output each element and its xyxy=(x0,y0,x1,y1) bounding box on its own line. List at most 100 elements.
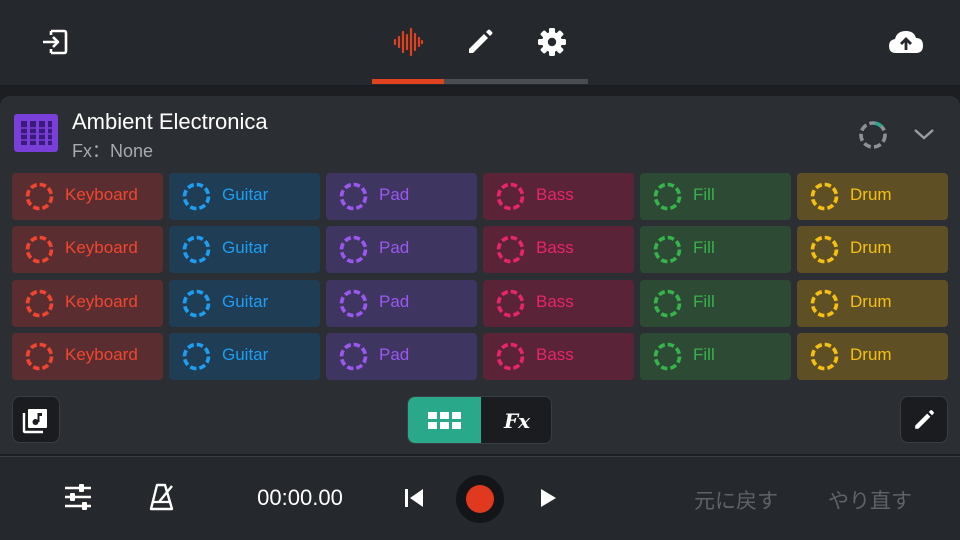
dashed-ring-icon xyxy=(496,182,525,211)
pad-keyboard[interactable]: Keyboard xyxy=(12,173,163,220)
dashed-ring-icon xyxy=(25,289,54,318)
dashed-ring-icon xyxy=(25,342,54,371)
pad-label: Drum xyxy=(850,185,892,204)
pad-label: Bass xyxy=(536,238,574,257)
pad-fill[interactable]: Fill xyxy=(640,333,791,380)
pad-guitar[interactable]: Guitar xyxy=(169,173,320,220)
dashed-ring-icon xyxy=(496,342,525,371)
grid-view-icon xyxy=(427,412,461,429)
collapse-button[interactable] xyxy=(908,120,940,148)
mixer-sliders-icon xyxy=(65,484,91,510)
dashed-ring-icon xyxy=(339,342,368,371)
music-library-button[interactable] xyxy=(12,396,60,443)
pad-fill[interactable]: Fill xyxy=(640,280,791,327)
pad-label: Bass xyxy=(536,185,574,204)
tab-settings[interactable] xyxy=(522,20,582,64)
pad-pad[interactable]: Pad xyxy=(326,226,477,273)
dashed-ring-icon xyxy=(810,342,839,371)
pad-label: Pad xyxy=(379,292,410,311)
dashed-ring-icon xyxy=(339,235,368,264)
pad-fill[interactable]: Fill xyxy=(640,173,791,220)
tab-track xyxy=(372,79,588,84)
pad-label: Keyboard xyxy=(65,185,138,204)
dashed-ring-icon xyxy=(182,289,211,318)
grid-view-button[interactable] xyxy=(408,397,481,443)
skip-to-start-button[interactable] xyxy=(398,483,430,513)
dashed-ring-icon xyxy=(653,235,682,264)
song-panel: Ambient Electronica Fx：None Keyboard Guit… xyxy=(0,96,960,454)
dashed-ring-icon xyxy=(653,342,682,371)
dashed-ring-icon xyxy=(25,182,54,211)
dashed-ring-icon xyxy=(810,182,839,211)
pad-drum[interactable]: Drum xyxy=(797,280,948,327)
pad-label: Guitar xyxy=(222,345,269,364)
pad-keyboard[interactable]: Keyboard xyxy=(12,333,163,380)
pad-drum[interactable]: Drum xyxy=(797,333,948,380)
pad-label: Fill xyxy=(693,238,715,257)
dashed-ring-icon xyxy=(339,289,368,318)
cloud-upload-button[interactable] xyxy=(884,24,928,60)
pad-fill[interactable]: Fill xyxy=(640,226,791,273)
chevron-down-icon xyxy=(914,129,934,140)
pad-grid: Keyboard Guitar Pad Bass Fill Drum Keyboard Gui… xyxy=(12,173,948,381)
active-tab-indicator xyxy=(372,79,444,84)
pad-drum[interactable]: Drum xyxy=(797,173,948,220)
metronome-button[interactable] xyxy=(144,479,180,515)
edit-button[interactable] xyxy=(900,396,948,443)
pad-label: Pad xyxy=(379,345,410,364)
tab-waveform[interactable] xyxy=(378,20,438,64)
dashed-ring-icon xyxy=(25,235,54,264)
pad-label: Keyboard xyxy=(65,345,138,364)
pad-label: Bass xyxy=(536,345,574,364)
pad-pad[interactable]: Pad xyxy=(326,173,477,220)
pad-guitar[interactable]: Guitar xyxy=(169,280,320,327)
mixer-button[interactable] xyxy=(60,479,96,515)
view-toggle: Fx xyxy=(407,396,552,444)
dashed-ring-icon xyxy=(810,235,839,264)
pad-label: Pad xyxy=(379,238,410,257)
pad-label: Guitar xyxy=(222,238,269,257)
pad-label: Pad xyxy=(379,185,410,204)
dashed-ring-icon xyxy=(653,182,682,211)
pad-bass[interactable]: Bass xyxy=(483,226,634,273)
pad-label: Guitar xyxy=(222,185,269,204)
dashed-ring-icon xyxy=(182,182,211,211)
record-button[interactable] xyxy=(456,475,504,523)
play-icon xyxy=(541,489,556,507)
dashed-ring-icon xyxy=(653,289,682,318)
pad-pad[interactable]: Pad xyxy=(326,333,477,380)
metronome-icon xyxy=(149,483,174,511)
pad-guitar[interactable]: Guitar xyxy=(169,226,320,273)
pad-bass[interactable]: Bass xyxy=(483,333,634,380)
exit-icon xyxy=(43,29,68,55)
top-bar xyxy=(0,0,960,86)
pad-guitar[interactable]: Guitar xyxy=(169,333,320,380)
pencil-icon xyxy=(915,409,934,429)
time-display: 00:00.00 xyxy=(257,485,343,510)
fx-status: Fx：None xyxy=(72,141,154,161)
pad-drum[interactable]: Drum xyxy=(797,226,948,273)
sequencer-grid-icon xyxy=(14,114,58,152)
pad-label: Fill xyxy=(693,345,715,364)
pad-keyboard[interactable]: Keyboard xyxy=(12,226,163,273)
exit-button[interactable] xyxy=(34,24,76,60)
play-button[interactable] xyxy=(532,483,564,513)
redo-button[interactable]: やり直す xyxy=(828,485,912,515)
loading-spinner-icon xyxy=(859,121,887,149)
pad-label: Fill xyxy=(693,185,715,204)
pad-label: Guitar xyxy=(222,292,269,311)
skip-previous-icon xyxy=(405,489,423,507)
pad-label: Drum xyxy=(850,345,892,364)
undo-button[interactable]: 元に戻す xyxy=(694,485,778,515)
tab-edit[interactable] xyxy=(450,20,510,64)
record-icon xyxy=(466,485,494,513)
dashed-ring-icon xyxy=(182,342,211,371)
pad-keyboard[interactable]: Keyboard xyxy=(12,280,163,327)
pad-pad[interactable]: Pad xyxy=(326,280,477,327)
dashed-ring-icon xyxy=(339,182,368,211)
pad-label: Keyboard xyxy=(65,292,138,311)
pad-bass[interactable]: Bass xyxy=(483,280,634,327)
dashed-ring-icon xyxy=(810,289,839,318)
pad-bass[interactable]: Bass xyxy=(483,173,634,220)
fx-view-button[interactable]: Fx xyxy=(481,397,551,443)
